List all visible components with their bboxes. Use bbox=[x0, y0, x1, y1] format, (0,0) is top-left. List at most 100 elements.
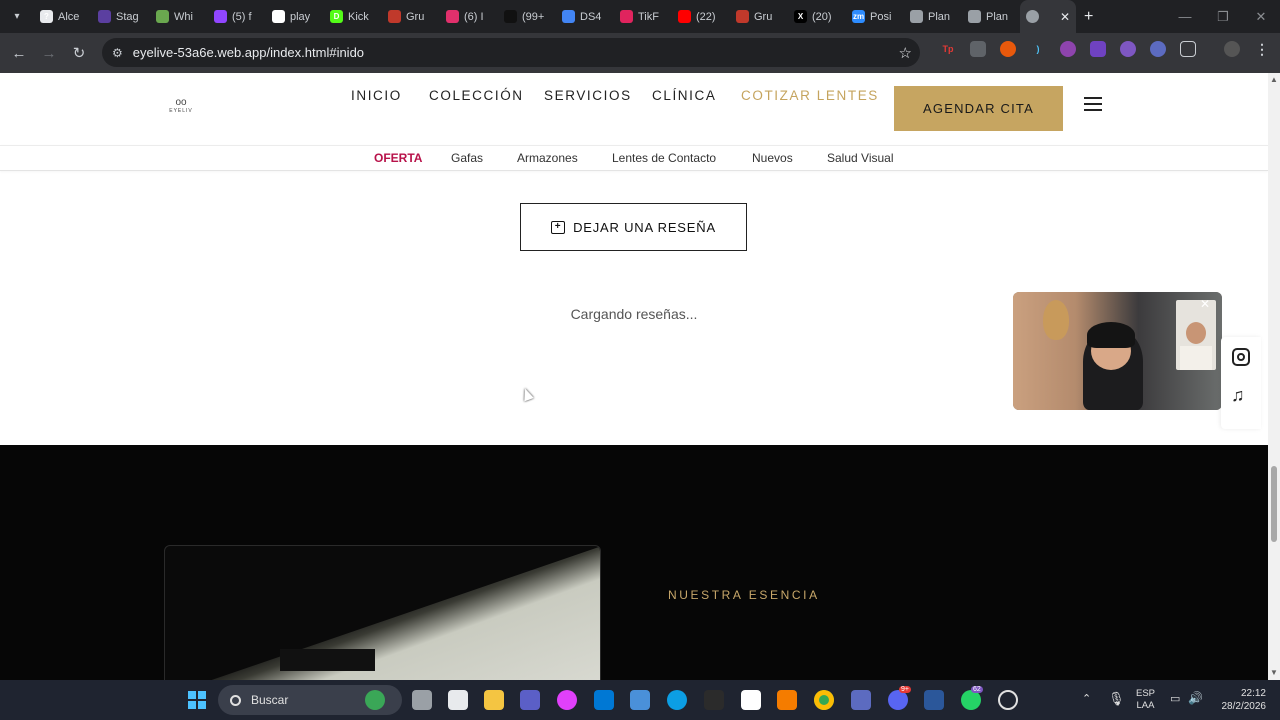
browser-tab[interactable]: (6) I bbox=[440, 0, 498, 33]
browser-tab[interactable]: Gru bbox=[382, 0, 440, 33]
dejar-resena-button[interactable]: + DEJAR UNA RESEÑA bbox=[520, 203, 747, 251]
tray-chevron-up-icon[interactable]: ⌃ bbox=[1082, 692, 1091, 705]
restore-icon[interactable]: ❐ bbox=[1204, 0, 1242, 33]
outlook-icon[interactable] bbox=[594, 690, 614, 710]
mouse-cursor bbox=[520, 386, 534, 402]
browser-tab[interactable]: D Kick bbox=[324, 0, 382, 33]
tab-active[interactable]: ✕ bbox=[1020, 0, 1076, 33]
widgets-icon[interactable] bbox=[365, 690, 385, 710]
profile-avatar[interactable] bbox=[1224, 41, 1240, 57]
microphone-icon[interactable]: 🎙 bbox=[1108, 691, 1125, 707]
discord-icon[interactable] bbox=[888, 690, 908, 710]
obs-icon[interactable] bbox=[998, 690, 1018, 710]
nav-cotizar-lentes[interactable]: COTIZAR LENTES bbox=[741, 88, 879, 103]
network-icon[interactable]: ▭ bbox=[1170, 692, 1180, 705]
extension-chat-icon[interactable] bbox=[1120, 41, 1136, 57]
site-info-icon[interactable]: ⚙ bbox=[112, 46, 123, 60]
subnav-armazones[interactable]: Armazones bbox=[517, 151, 578, 165]
nav-inicio[interactable]: INICIO bbox=[351, 88, 402, 103]
taskbar-search-label: Buscar bbox=[251, 693, 289, 707]
back-icon[interactable]: ← bbox=[4, 45, 34, 62]
windows-taskbar: Buscar 9+ 62 ⌃ 🎙 ESP LAA ▭ 🔊 22:12 28/2/… bbox=[0, 680, 1280, 720]
nav-coleccion[interactable]: COLECCIÓN bbox=[429, 88, 524, 103]
scroll-down-arrow-icon[interactable]: ▼ bbox=[1270, 669, 1278, 677]
browser-tab[interactable]: Stag bbox=[92, 0, 150, 33]
browser-tab[interactable]: X (20) bbox=[788, 0, 846, 33]
essence-label: NUESTRA ESENCIA bbox=[668, 588, 820, 602]
nav-clinica[interactable]: CLÍNICA bbox=[652, 88, 716, 103]
extension-ts-icon[interactable] bbox=[1090, 41, 1106, 57]
extension-tp-icon[interactable]: Tp bbox=[940, 41, 956, 57]
extensions-puzzle-icon[interactable] bbox=[1180, 41, 1196, 57]
browser-tab[interactable]: (99+ bbox=[498, 0, 556, 33]
tiktok-music-icon[interactable]: ♫ bbox=[1231, 385, 1245, 406]
scroll-up-arrow-icon[interactable]: ▲ bbox=[1270, 76, 1278, 84]
roblox-icon[interactable] bbox=[448, 690, 468, 710]
browser-tab[interactable]: (5) f bbox=[208, 0, 266, 33]
windows-start-icon[interactable] bbox=[188, 691, 206, 709]
minimize-icon[interactable]: — bbox=[1166, 0, 1204, 33]
extension-sound-icon[interactable]: ) bbox=[1030, 41, 1046, 57]
webcam-overlay[interactable]: ✕ bbox=[1013, 292, 1222, 410]
capcut-icon[interactable] bbox=[741, 690, 761, 710]
browser-tab[interactable]: Plan bbox=[904, 0, 962, 33]
word-icon[interactable] bbox=[924, 690, 944, 710]
agendar-cita-button[interactable]: AGENDAR CITA bbox=[894, 86, 1063, 131]
subnav-oferta[interactable]: OFERTA bbox=[374, 151, 422, 165]
tab-favicon-icon bbox=[910, 10, 923, 23]
browser-tab[interactable]: zm Posi bbox=[846, 0, 904, 33]
address-bar[interactable]: ⚙ eyelive-53a6e.web.app/index.html#inido… bbox=[102, 38, 920, 67]
file-explorer-icon[interactable] bbox=[484, 690, 504, 710]
hamburger-menu-icon[interactable] bbox=[1084, 97, 1102, 111]
reload-icon[interactable]: ↻ bbox=[64, 44, 94, 62]
browser-tab[interactable]: (22) bbox=[672, 0, 730, 33]
subnav-nuevos[interactable]: Nuevos bbox=[752, 151, 793, 165]
browser-tab[interactable]: Gru bbox=[730, 0, 788, 33]
tab-favicon-icon bbox=[736, 10, 749, 23]
bookmark-star-icon[interactable]: ☆ bbox=[899, 44, 912, 62]
language-indicator[interactable]: ESP LAA bbox=[1136, 688, 1155, 712]
whatsapp-icon[interactable] bbox=[961, 690, 981, 710]
browser-tab-bar: ▾ ? Alce Stag Whi (5) f play D Kick Gru (6) I (99+… bbox=[0, 0, 1280, 33]
close-window-icon[interactable]: ✕ bbox=[1242, 0, 1280, 33]
scroll-thumb[interactable] bbox=[1271, 466, 1277, 542]
tab-label: Whi bbox=[174, 10, 193, 23]
page-scrollbar[interactable]: ▲ ▼ bbox=[1268, 73, 1280, 680]
site-logo[interactable]: oo EYELIV bbox=[166, 98, 196, 116]
subnav-lentes-de-contacto[interactable]: Lentes de Contacto bbox=[612, 151, 716, 165]
browser-tab[interactable]: ? Alce bbox=[34, 0, 92, 33]
tab-label: TikF bbox=[638, 10, 659, 23]
chrome-icon[interactable] bbox=[814, 690, 834, 710]
new-tab-button[interactable]: + bbox=[1084, 8, 1093, 26]
extension-discord-icon[interactable] bbox=[1150, 41, 1166, 57]
nav-servicios[interactable]: SERVICIOS bbox=[544, 88, 632, 103]
tab-label: Gru bbox=[754, 10, 773, 23]
browser-tab[interactable]: play bbox=[266, 0, 324, 33]
task-view-icon[interactable] bbox=[412, 690, 432, 710]
edge-icon[interactable] bbox=[667, 690, 687, 710]
volume-icon[interactable]: 🔊 bbox=[1188, 691, 1203, 705]
fl-studio-icon[interactable] bbox=[777, 690, 797, 710]
epic-games-icon[interactable] bbox=[704, 690, 724, 710]
extension-flame-icon[interactable] bbox=[1000, 41, 1016, 57]
subnav-salud-visual[interactable]: Salud Visual bbox=[827, 151, 894, 165]
browser-tab[interactable]: DS4 bbox=[556, 0, 614, 33]
store-icon[interactable] bbox=[630, 690, 650, 710]
copilot-icon[interactable] bbox=[557, 690, 577, 710]
close-overlay-icon[interactable]: ✕ bbox=[1198, 297, 1212, 311]
instagram-icon[interactable] bbox=[1232, 348, 1250, 366]
subnav-gafas[interactable]: Gafas bbox=[451, 151, 483, 165]
browser-tab[interactable]: Whi bbox=[150, 0, 208, 33]
tab-search-chevron-icon[interactable]: ▾ bbox=[0, 0, 34, 33]
extension-page-icon[interactable] bbox=[970, 41, 986, 57]
extension-purple-icon[interactable] bbox=[1060, 41, 1076, 57]
system-clock[interactable]: 22:12 28/2/2026 bbox=[1216, 687, 1267, 713]
forward-icon[interactable]: → bbox=[34, 45, 64, 62]
teams-icon[interactable] bbox=[520, 690, 540, 710]
close-tab-icon[interactable]: ✕ bbox=[1060, 10, 1070, 24]
app-icon[interactable] bbox=[851, 690, 871, 710]
browser-tab[interactable]: TikF bbox=[614, 0, 672, 33]
browser-tab[interactable]: Plan bbox=[962, 0, 1020, 33]
tab-label: (22) bbox=[696, 10, 716, 23]
browser-menu-icon[interactable]: ⋮ bbox=[1254, 41, 1270, 57]
